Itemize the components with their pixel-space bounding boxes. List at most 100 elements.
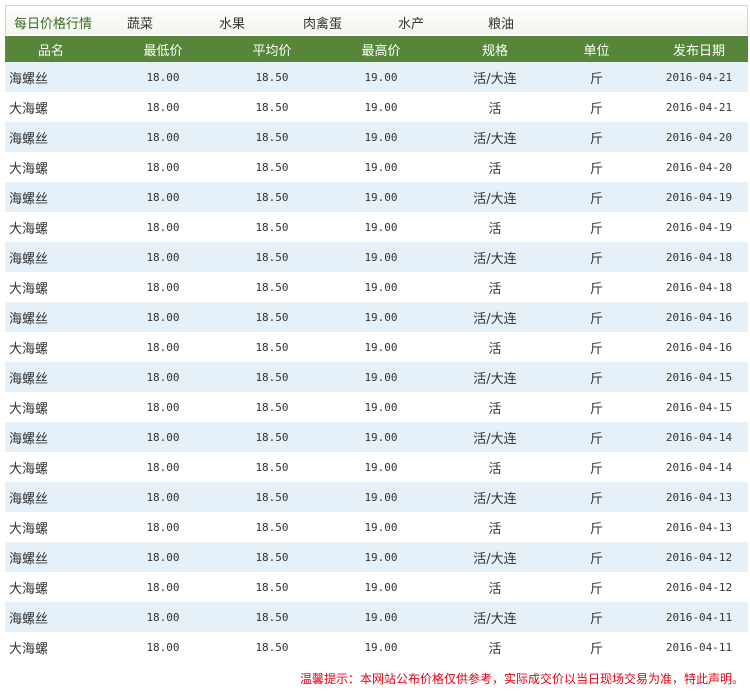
publish-date-cell: 2016-04-13 [665, 520, 733, 534]
table-row: 大海螺 18.00 18.50 19.00 活 斤 2016-04-14 [5, 452, 748, 482]
spec-cell: 活 [488, 401, 502, 417]
publish-date-cell: 2016-04-18 [665, 280, 733, 294]
min-price-cell: 18.00 [146, 490, 180, 504]
publish-date-cell: 2016-04-19 [665, 190, 733, 204]
product-name-cell: 海螺丝 [9, 131, 49, 147]
avg-price-cell: 18.50 [255, 250, 289, 264]
product-name-cell: 海螺丝 [9, 491, 49, 507]
table-row: 海螺丝 18.00 18.50 19.00 活/大连 斤 2016-04-12 [5, 542, 748, 572]
product-name-cell: 大海螺 [9, 461, 49, 477]
publish-date-cell: 2016-04-19 [665, 220, 733, 234]
min-price-cell: 18.00 [146, 220, 180, 234]
max-price-cell: 19.00 [364, 490, 398, 504]
product-name-cell: 海螺丝 [9, 311, 49, 327]
table-row: 海螺丝 18.00 18.50 19.00 活/大连 斤 2016-04-21 [5, 62, 748, 92]
product-name-cell: 大海螺 [9, 161, 49, 177]
column-header-min-price: 最低价 [143, 43, 183, 59]
avg-price-cell: 18.50 [255, 100, 289, 114]
unit-cell: 斤 [589, 581, 603, 597]
publish-date-cell: 2016-04-16 [665, 340, 733, 354]
table-row: 海螺丝 18.00 18.50 19.00 活/大连 斤 2016-04-13 [5, 482, 748, 512]
tab-daily-prices: 每日价格行情 [14, 17, 93, 32]
max-price-cell: 19.00 [364, 130, 398, 144]
min-price-cell: 18.00 [146, 580, 180, 594]
spec-cell: 活 [488, 221, 502, 237]
product-name-cell: 大海螺 [9, 641, 49, 657]
unit-cell: 斤 [589, 401, 603, 417]
max-price-cell: 19.00 [364, 280, 398, 294]
min-price-cell: 18.00 [146, 130, 180, 144]
column-header-max-price: 最高价 [361, 43, 401, 59]
product-name-cell: 大海螺 [9, 401, 49, 417]
publish-date-cell: 2016-04-15 [665, 370, 733, 384]
min-price-cell: 18.00 [146, 340, 180, 354]
table-row: 大海螺 18.00 18.50 19.00 活 斤 2016-04-11 [5, 632, 748, 662]
spec-cell: 活 [488, 581, 502, 597]
tab-meat-poultry-eggs[interactable]: 肉禽蛋 [303, 13, 342, 32]
max-price-cell: 19.00 [364, 640, 398, 654]
min-price-cell: 18.00 [146, 310, 180, 324]
avg-price-cell: 18.50 [255, 550, 289, 564]
max-price-cell: 19.00 [364, 70, 398, 84]
unit-cell: 斤 [589, 611, 603, 627]
product-name-cell: 大海螺 [9, 581, 49, 597]
table-row: 海螺丝 18.00 18.50 19.00 活/大连 斤 2016-04-14 [5, 422, 748, 452]
unit-cell: 斤 [589, 161, 603, 177]
min-price-cell: 18.00 [146, 460, 180, 474]
min-price-cell: 18.00 [146, 370, 180, 384]
table-row: 大海螺 18.00 18.50 19.00 活 斤 2016-04-18 [5, 272, 748, 302]
spec-cell: 活/大连 [473, 371, 517, 387]
column-header-spec: 规格 [481, 43, 508, 59]
avg-price-cell: 18.50 [255, 610, 289, 624]
avg-price-cell: 18.50 [255, 340, 289, 354]
max-price-cell: 19.00 [364, 100, 398, 114]
column-header-product: 品名 [37, 43, 64, 59]
avg-price-cell: 18.50 [255, 430, 289, 444]
publish-date-cell: 2016-04-21 [665, 100, 733, 114]
min-price-cell: 18.00 [146, 430, 180, 444]
min-price-cell: 18.00 [146, 280, 180, 294]
max-price-cell: 19.00 [364, 370, 398, 384]
product-name-cell: 大海螺 [9, 221, 49, 237]
spec-cell: 活 [488, 281, 502, 297]
publish-date-cell: 2016-04-18 [665, 250, 733, 264]
table-row: 海螺丝 18.00 18.50 19.00 活/大连 斤 2016-04-16 [5, 302, 748, 332]
product-name-cell: 海螺丝 [9, 371, 49, 387]
unit-cell: 斤 [589, 131, 603, 147]
min-price-cell: 18.00 [146, 400, 180, 414]
avg-price-cell: 18.50 [255, 580, 289, 594]
tab-vegetables[interactable]: 蔬菜 [127, 13, 153, 32]
price-table: 品名 最低价 平均价 最高价 规格 单位 发布日期 海螺丝 18.00 18.50 1… [5, 36, 748, 662]
publish-date-cell: 2016-04-11 [665, 640, 733, 654]
column-header-avg-price: 平均价 [252, 43, 292, 59]
unit-cell: 斤 [589, 281, 603, 297]
max-price-cell: 19.00 [364, 250, 398, 264]
publish-date-cell: 2016-04-20 [665, 130, 733, 144]
disclaimer-notice: 温馨提示：本网站公布价格仅供参考，实际成交价以当日现场交易为准，特此声明。 [299, 672, 744, 686]
spec-cell: 活/大连 [473, 551, 517, 567]
tab-seafood[interactable]: 水产 [398, 13, 424, 32]
spec-cell: 活 [488, 161, 502, 177]
unit-cell: 斤 [589, 311, 603, 327]
spec-cell: 活 [488, 341, 502, 357]
publish-date-cell: 2016-04-14 [665, 460, 733, 474]
product-name-cell: 海螺丝 [9, 431, 49, 447]
table-row: 海螺丝 18.00 18.50 19.00 活/大连 斤 2016-04-20 [5, 122, 748, 152]
min-price-cell: 18.00 [146, 640, 180, 654]
min-price-cell: 18.00 [146, 610, 180, 624]
table-row: 大海螺 18.00 18.50 19.00 活 斤 2016-04-16 [5, 332, 748, 362]
unit-cell: 斤 [589, 641, 603, 657]
spec-cell: 活 [488, 461, 502, 477]
avg-price-cell: 18.50 [255, 280, 289, 294]
tab-grain-oil[interactable]: 粮油 [488, 13, 514, 32]
table-row: 海螺丝 18.00 18.50 19.00 活/大连 斤 2016-04-11 [5, 602, 748, 632]
spec-cell: 活/大连 [473, 71, 517, 87]
column-header-publish-date: 发布日期 [672, 43, 725, 59]
publish-date-cell: 2016-04-15 [665, 400, 733, 414]
spec-cell: 活/大连 [473, 611, 517, 627]
tab-fruits[interactable]: 水果 [219, 13, 245, 32]
unit-cell: 斤 [589, 491, 603, 507]
max-price-cell: 19.00 [364, 430, 398, 444]
table-row: 大海螺 18.00 18.50 19.00 活 斤 2016-04-13 [5, 512, 748, 542]
table-row: 海螺丝 18.00 18.50 19.00 活/大连 斤 2016-04-15 [5, 362, 748, 392]
